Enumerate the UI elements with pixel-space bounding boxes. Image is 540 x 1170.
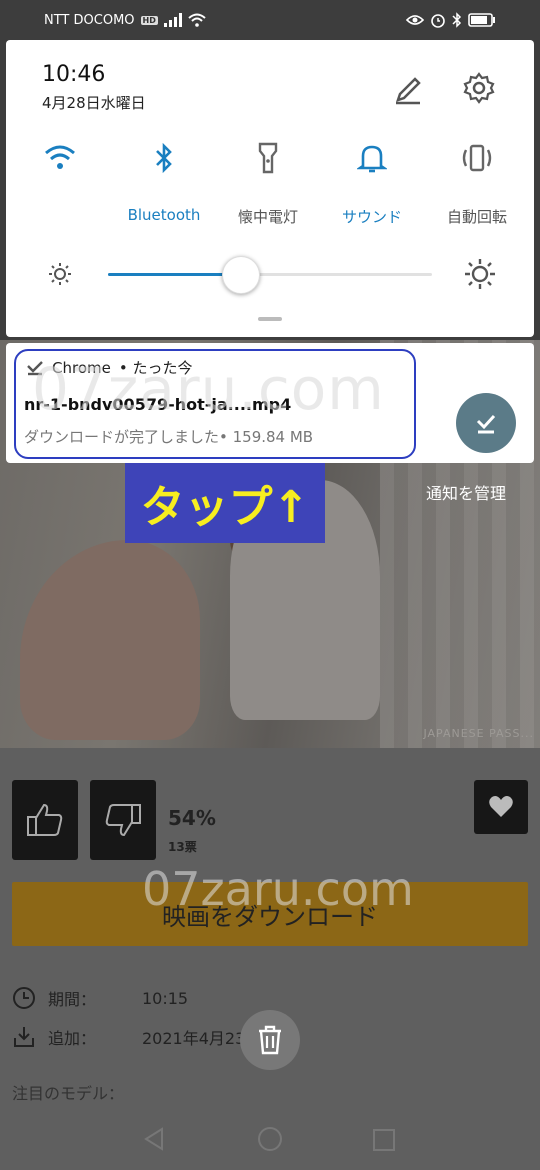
battery-icon	[468, 13, 495, 27]
home-icon[interactable]	[257, 1126, 283, 1152]
added-label: 追加：	[48, 1029, 97, 1048]
brightness-slider-fill	[108, 273, 241, 276]
panel-drag-handle[interactable]	[258, 317, 282, 321]
site-watermark-top: 07zaru.com	[32, 355, 385, 423]
bluetooth-status-icon	[452, 12, 462, 28]
recent-apps-icon[interactable]	[372, 1128, 396, 1152]
bell-icon	[354, 140, 390, 176]
brightness-high-icon	[464, 258, 496, 290]
signal-icon	[163, 13, 182, 27]
carrier-name: NTT DOCOMO	[44, 12, 135, 28]
brightness-slider-thumb[interactable]	[221, 256, 260, 294]
alarm-icon	[431, 14, 445, 28]
duration-label: 期間：	[48, 990, 97, 1009]
open-download-button[interactable]	[456, 393, 516, 453]
video-watermark: JAPANESE PASS...	[423, 727, 534, 740]
toggle-label-bluetooth: Bluetooth	[127, 206, 201, 224]
flashlight-icon	[250, 140, 286, 176]
toggle-auto-rotate[interactable]: 自動回転	[427, 140, 527, 227]
status-bar: NTT DOCOMO HD	[0, 0, 540, 40]
download-done-icon	[476, 414, 496, 434]
edit-icon[interactable]	[390, 72, 426, 108]
auto-rotate-icon	[459, 140, 495, 176]
thumbs-down-icon	[105, 804, 141, 837]
figure-lying	[20, 540, 200, 740]
featured-models-label: 注目のモデル：	[12, 1084, 125, 1103]
toggle-flashlight[interactable]: 懐中電灯	[218, 140, 318, 227]
back-icon[interactable]	[142, 1126, 168, 1152]
download-tray-icon	[14, 1027, 34, 1047]
manage-notifications-link[interactable]: 通知を管理	[426, 480, 506, 504]
brightness-low-icon	[48, 262, 72, 286]
wifi-icon	[42, 140, 78, 176]
wifi-status-icon	[188, 13, 206, 27]
toggle-sound[interactable]: サウンド	[322, 140, 422, 227]
rating-percent: 54%	[168, 806, 216, 830]
site-watermark-bottom: 07zaru.com	[142, 862, 414, 916]
toggle-label-auto-rotate: 自動回転	[446, 208, 507, 226]
toggle-label-sound: サウンド	[341, 208, 402, 226]
quick-settings-panel: 10:46 4月28日水曜日 Bluetooth 懐中電灯 サウンド 自動回転	[6, 40, 534, 337]
dislike-button[interactable]	[90, 780, 156, 860]
eye-icon	[406, 15, 424, 25]
duration-row: 期間： 10:15	[12, 986, 188, 1010]
toggle-bluetooth[interactable]: Bluetooth	[114, 140, 214, 224]
clear-notifications-button[interactable]	[240, 1010, 300, 1070]
thumbs-up-icon	[27, 803, 63, 836]
trash-icon	[259, 1025, 281, 1055]
hd-badge: HD	[140, 15, 158, 25]
tap-annotation: タップ↑	[125, 463, 325, 543]
background-page-lower	[0, 748, 540, 1170]
favorite-button[interactable]	[474, 780, 528, 834]
gear-icon[interactable]	[461, 70, 497, 106]
clock-time: 10:46	[42, 62, 106, 87]
clock-date: 4月28日水曜日	[42, 94, 146, 112]
added-row: 追加： 2021年4月23日	[12, 1025, 261, 1049]
duration-value: 10:15	[142, 988, 189, 1008]
vote-count: 13票	[168, 840, 197, 854]
toggle-wifi[interactable]	[10, 140, 110, 206]
brightness-slider[interactable]	[108, 273, 432, 276]
like-button[interactable]	[12, 780, 78, 860]
bluetooth-icon	[146, 140, 182, 176]
clock-icon	[13, 987, 35, 1009]
toggle-label-flashlight: 懐中電灯	[237, 208, 298, 226]
heart-icon	[489, 796, 513, 817]
